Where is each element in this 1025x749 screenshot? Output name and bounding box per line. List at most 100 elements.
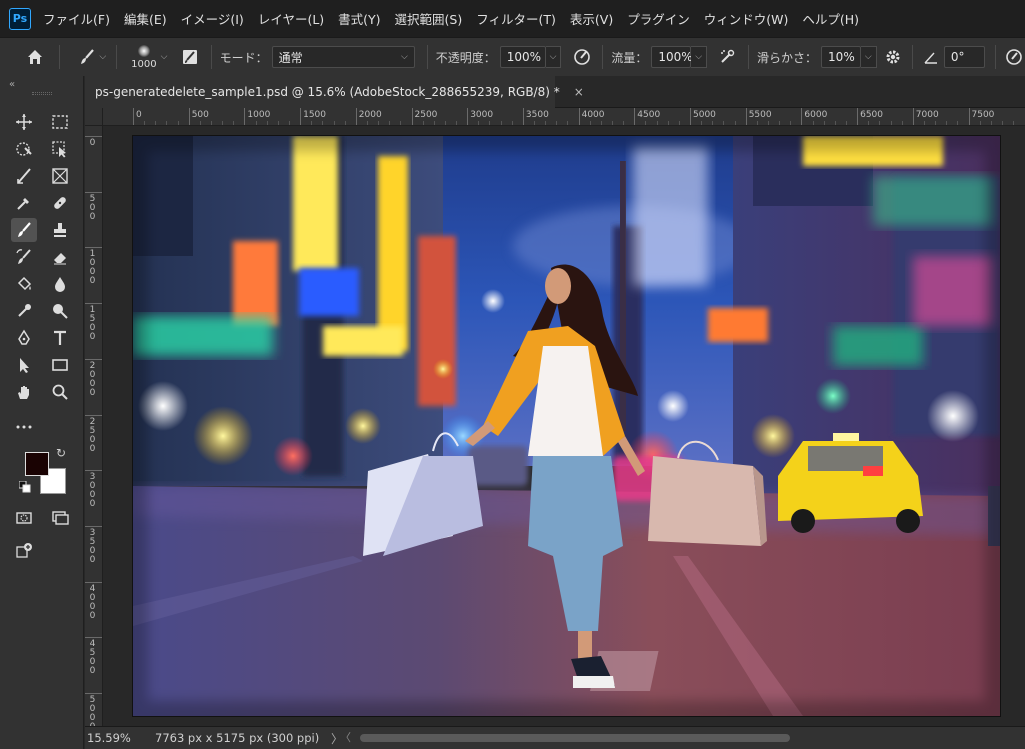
ruler-minor-tick — [389, 121, 391, 125]
zoom-level-field[interactable]: 15.59% — [85, 731, 143, 745]
pressure-opacity-icon[interactable] — [571, 46, 592, 68]
eyedropper-tool-icon[interactable] — [11, 191, 37, 215]
ruler-label: 3000 — [470, 110, 494, 120]
object-selection-rect-tool-icon[interactable] — [47, 137, 73, 161]
type-tool-icon[interactable] — [47, 326, 73, 350]
ruler-minor-tick — [288, 121, 290, 125]
rectangle-tool-icon[interactable] — [47, 353, 73, 377]
menu-select[interactable]: 選択範囲(S) — [395, 9, 463, 28]
document-canvas[interactable] — [133, 136, 1000, 716]
ruler-major-tick — [85, 191, 102, 193]
close-tab-icon[interactable]: × — [574, 85, 584, 99]
flow-input[interactable]: 100% — [651, 46, 693, 68]
default-colors-icon[interactable] — [19, 481, 31, 493]
frame-tool-icon[interactable] — [47, 164, 73, 188]
quick-mask-icon[interactable] — [11, 506, 37, 530]
ruler-major-tick — [85, 414, 102, 416]
ruler-major-tick — [522, 108, 524, 125]
swap-colors-icon[interactable]: ↻ — [56, 446, 66, 460]
menu-image[interactable]: イメージ(I) — [181, 9, 244, 28]
opacity-dropdown-icon[interactable]: ⌵ — [545, 46, 562, 68]
menu-view[interactable]: 表示(V) — [570, 9, 613, 28]
ruler-minor-tick — [199, 121, 201, 125]
collapse-panel-icon[interactable]: « — [9, 79, 15, 90]
menu-filter[interactable]: フィルター(T) — [476, 9, 556, 28]
screen-mode-icon[interactable] — [47, 506, 73, 530]
brush-size-preview[interactable]: 1000 — [131, 44, 157, 70]
brush-size-dropdown-icon[interactable]: ⌵ — [161, 52, 168, 62]
panel-grip[interactable] — [32, 92, 52, 95]
gear-icon[interactable] — [883, 46, 904, 68]
ruler-minor-tick — [946, 121, 948, 125]
ruler-minor-tick — [511, 121, 513, 125]
blur-tool-icon[interactable] — [47, 272, 73, 296]
horizontal-scrollbar[interactable]: 〈 — [340, 729, 940, 745]
menu-type[interactable]: 書式(Y) — [338, 9, 380, 28]
ruler-minor-tick — [767, 121, 769, 125]
ruler-minor-tick — [845, 121, 847, 125]
ruler-label: 500 — [191, 110, 209, 120]
airbrush-icon[interactable] — [717, 46, 738, 68]
path-selection-tool-icon[interactable] — [11, 353, 37, 377]
smoothing-dropdown-icon[interactable]: ⌵ — [861, 46, 877, 68]
canvas-workspace[interactable] — [103, 126, 1025, 726]
move-tool-icon[interactable] — [11, 110, 37, 134]
ruler-minor-tick — [378, 121, 380, 125]
angle-input[interactable]: 0° — [943, 46, 985, 68]
pressure-size-icon[interactable] — [1004, 46, 1025, 68]
ruler-origin[interactable] — [85, 108, 103, 126]
foreground-color-swatch[interactable] — [25, 452, 49, 476]
mode-select[interactable]: 通常 ⌵ — [271, 46, 415, 68]
scroll-left-icon[interactable]: 〈 — [340, 729, 351, 745]
brush-tool-icon[interactable] — [11, 218, 37, 242]
hand-tool-icon[interactable] — [11, 380, 37, 404]
menu-edit[interactable]: 編集(E) — [124, 9, 167, 28]
paint-bucket-tool-icon[interactable] — [11, 272, 37, 296]
dodge-tool-icon[interactable] — [11, 299, 37, 323]
vertical-ruler[interactable]: 0 5 0 0 1 0 0 0 1 5 0 0 2 0 0 0 2 5 0 0 3 0 0 … — [85, 126, 103, 726]
smoothing-label: 滑らかさ： — [757, 50, 818, 65]
scrollbar-thumb[interactable] — [360, 734, 790, 742]
edit-toolbar-icon[interactable] — [11, 538, 37, 562]
ruler-label: 5 0 0 0 — [89, 695, 96, 727]
document-tab[interactable]: ps-generatedelete_sample1.psd @ 15.6% (A… — [85, 76, 584, 108]
flow-dropdown-icon[interactable]: ⌵ — [691, 46, 707, 68]
zoom-tool-icon[interactable] — [47, 380, 73, 404]
ruler-major-tick — [411, 108, 413, 125]
brush-preset-dropdown-icon[interactable]: ⌵ — [99, 52, 106, 62]
menu-layer[interactable]: レイヤー(L) — [258, 9, 324, 28]
brush-settings-panel-icon[interactable] — [179, 46, 200, 68]
ruler-label: 2000 — [358, 110, 382, 120]
brush-preset-icon[interactable] — [76, 46, 97, 68]
ruler-minor-tick — [478, 121, 480, 125]
ruler-major-tick — [85, 581, 102, 583]
clone-stamp-tool-icon[interactable] — [47, 218, 73, 242]
pen-tool-icon[interactable] — [11, 326, 37, 350]
ruler-label: 3 5 0 0 — [89, 527, 96, 565]
smudge-tool-icon[interactable] — [47, 299, 73, 323]
document-info[interactable]: 7763 px x 5175 px (300 ppi) — [143, 731, 323, 745]
separator — [210, 45, 212, 69]
marquee-tool-icon[interactable] — [47, 110, 73, 134]
menu-window[interactable]: ウィンドウ(W) — [704, 9, 789, 28]
separator — [911, 45, 913, 69]
object-selection-tool-icon[interactable] — [11, 137, 37, 161]
ruler-minor-tick — [823, 121, 825, 125]
history-brush-tool-icon[interactable] — [11, 245, 37, 269]
smoothing-input[interactable]: 10% — [821, 46, 862, 68]
opacity-input[interactable]: 100% — [499, 46, 546, 68]
more-tools-icon[interactable] — [11, 415, 37, 439]
ruler-minor-tick — [979, 121, 981, 125]
horizontal-ruler[interactable]: 0 500 1000 1500 2000 2500 3000 3500 4000 4500 5000… — [103, 108, 1025, 126]
ruler-label: 4 5 0 0 — [89, 639, 96, 677]
ruler-minor-tick — [567, 121, 569, 125]
menu-help[interactable]: ヘルプ(H) — [802, 9, 859, 28]
menu-plugins[interactable]: プラグイン — [627, 9, 690, 28]
ruler-minor-tick — [779, 121, 781, 125]
healing-brush-tool-icon[interactable] — [47, 191, 73, 215]
crop-tool-icon[interactable] — [11, 164, 37, 188]
home-icon[interactable] — [24, 46, 45, 68]
eraser-tool-icon[interactable] — [47, 245, 73, 269]
menu-file[interactable]: ファイル(F) — [43, 9, 110, 28]
ruler-minor-tick — [935, 121, 937, 125]
